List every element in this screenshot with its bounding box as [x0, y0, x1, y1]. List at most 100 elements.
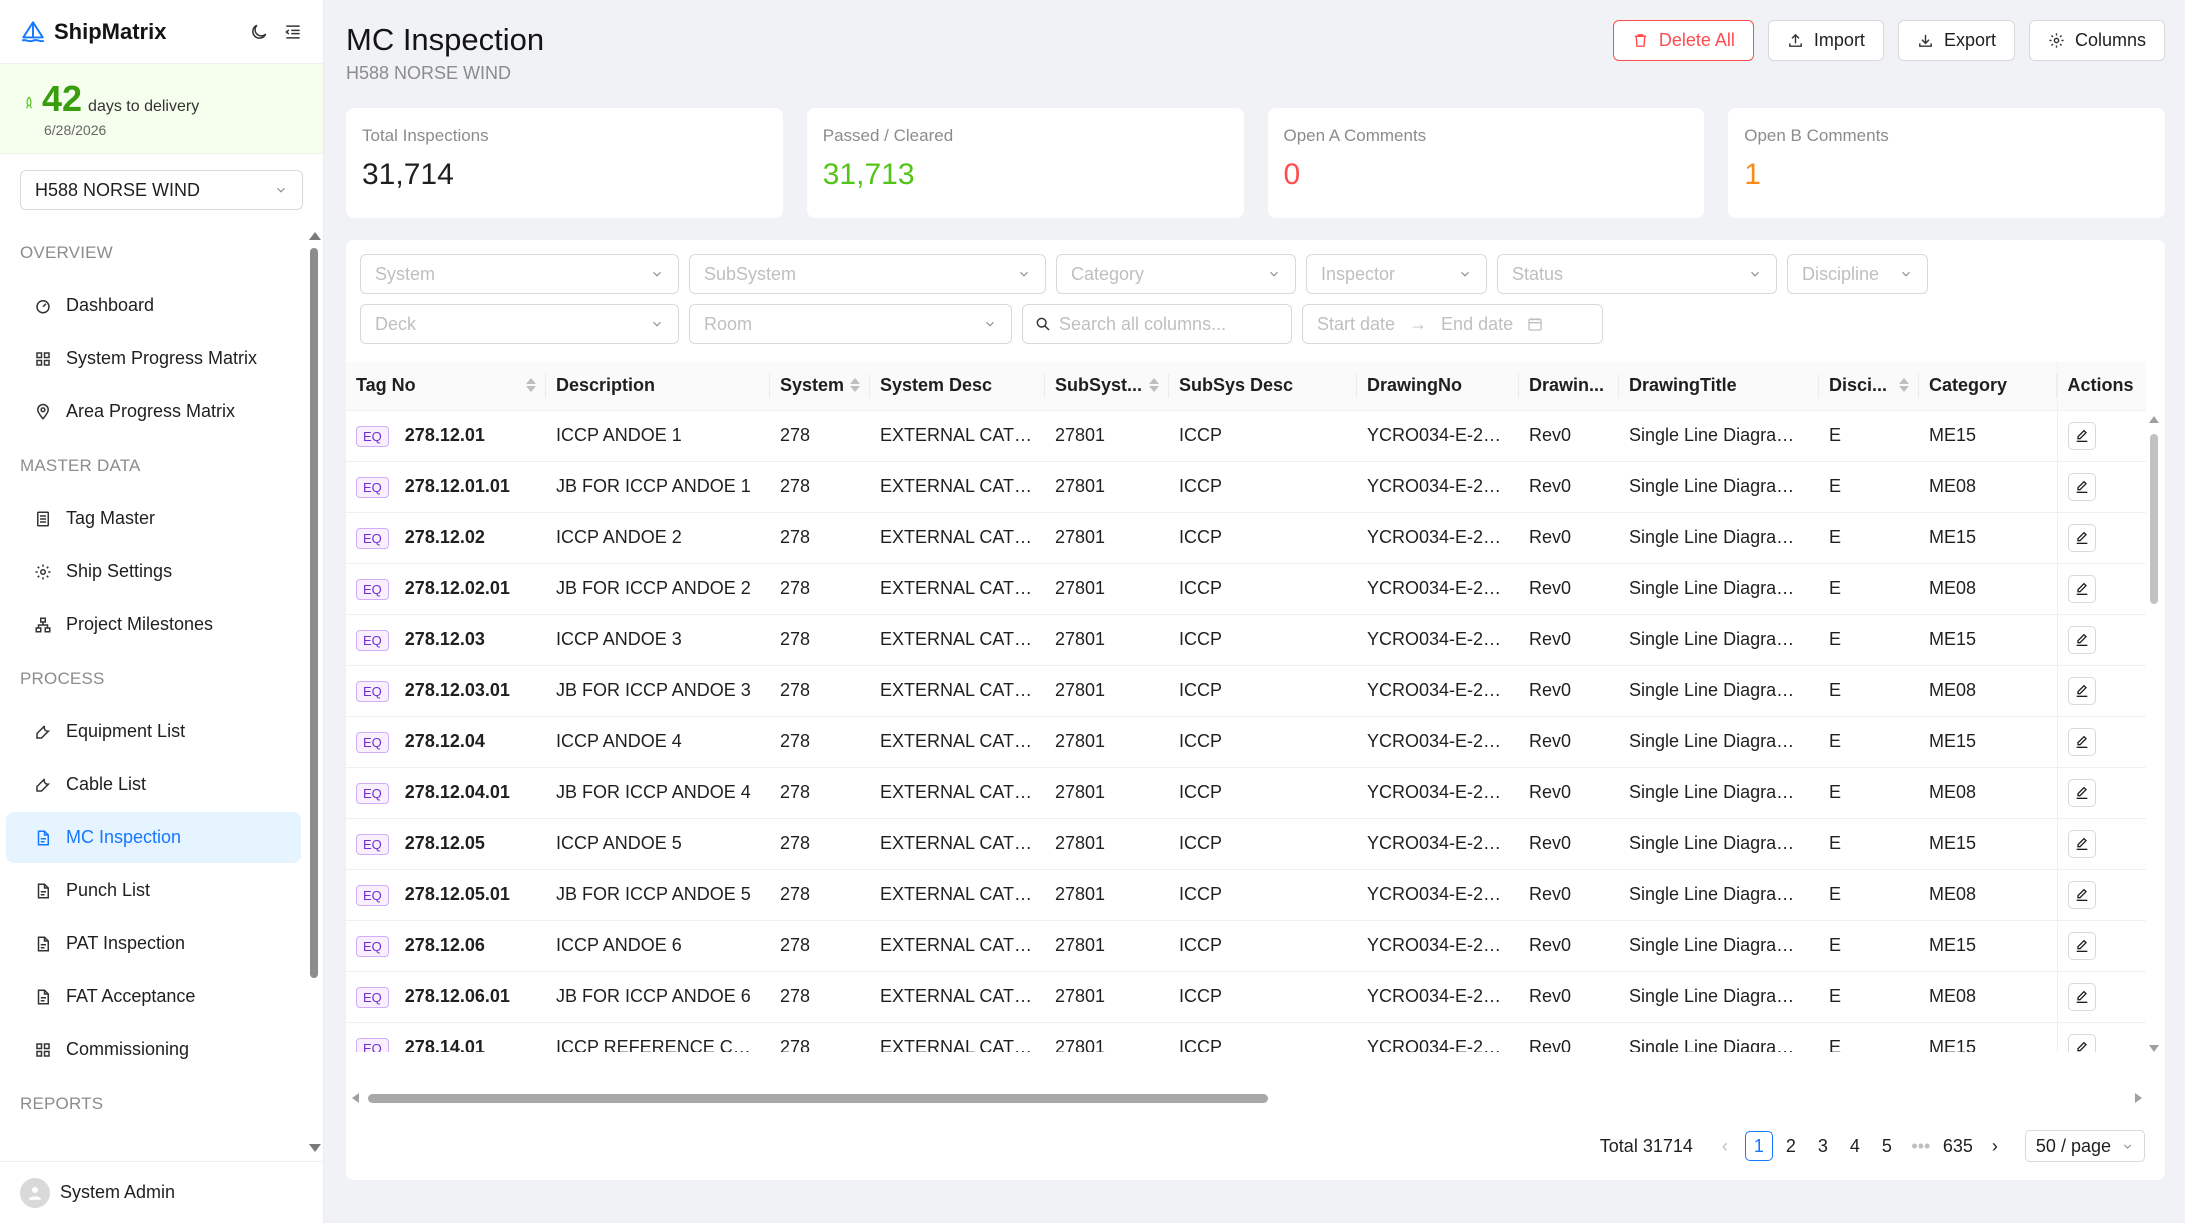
scroll-right-icon[interactable] — [2135, 1093, 2142, 1103]
page-3[interactable]: 3 — [1809, 1131, 1837, 1161]
table-row[interactable]: EQ 278.12.02 ICCP ANDOE 2 278 EXTERNAL CATHO… — [346, 512, 2146, 564]
sidebar-item-project-milestones[interactable]: Project Milestones — [6, 599, 301, 650]
column-header-subsys-desc[interactable]: SubSys Desc — [1169, 362, 1357, 411]
table-scroll-thumb[interactable] — [2150, 434, 2158, 604]
sidebar-item-punch-list[interactable]: Punch List — [6, 865, 301, 916]
page-5[interactable]: 5 — [1873, 1131, 1901, 1161]
sort-icon[interactable] — [1149, 378, 1159, 392]
table-row[interactable]: EQ 278.12.04.01 JB FOR ICCP ANDOE 4 278 EXTE… — [346, 767, 2146, 819]
column-header-description[interactable]: Description — [546, 362, 770, 411]
column-header-drawingno[interactable]: DrawingNo — [1357, 362, 1519, 411]
table-row[interactable]: EQ 278.12.06.01 JB FOR ICCP ANDOE 6 278 EXTE… — [346, 971, 2146, 1023]
table-row[interactable]: EQ 278.12.05 ICCP ANDOE 5 278 EXTERNAL CATHO… — [346, 818, 2146, 870]
delete-all-button[interactable]: Delete All — [1612, 20, 1754, 61]
column-header-drawin[interactable]: Drawin... — [1519, 362, 1619, 411]
dashboard-icon — [34, 297, 66, 315]
column-header-actions[interactable]: Actions — [2056, 362, 2146, 411]
search-input[interactable]: Search all columns... — [1022, 304, 1292, 344]
sidebar-item-mc-inspection[interactable]: MC Inspection — [6, 812, 301, 863]
collapse-menu-icon[interactable] — [283, 22, 303, 42]
column-header-category[interactable]: Category — [1919, 362, 2057, 411]
columns-button[interactable]: Columns — [2028, 20, 2165, 61]
column-header-disci[interactable]: Disci... — [1819, 362, 1919, 411]
edit-button[interactable] — [2067, 931, 2096, 960]
table-row[interactable]: EQ 278.12.02.01 JB FOR ICCP ANDOE 2 278 EXTE… — [346, 563, 2146, 615]
ship-select[interactable]: H588 NORSE WIND — [20, 170, 303, 210]
edit-button[interactable] — [2067, 523, 2096, 552]
table-row[interactable]: EQ 278.12.05.01 JB FOR ICCP ANDOE 5 278 EXTE… — [346, 869, 2146, 921]
pagination-ellipsis[interactable]: ••• — [1907, 1131, 1935, 1161]
sort-icon[interactable] — [526, 378, 536, 392]
column-header-tag-no[interactable]: Tag No — [346, 362, 546, 411]
table-row[interactable]: EQ 278.12.01.01 JB FOR ICCP ANDOE 1 278 EXTE… — [346, 461, 2146, 513]
date-range-picker[interactable]: Start date → End date — [1302, 304, 1603, 344]
table-row[interactable]: EQ 278.12.06 ICCP ANDOE 6 278 EXTERNAL CATHO… — [346, 920, 2146, 972]
room-filter[interactable]: Room — [689, 304, 1012, 344]
columns-label: Columns — [2074, 30, 2146, 50]
table-row[interactable]: EQ 278.12.04 ICCP ANDOE 4 278 EXTERNAL CATHO… — [346, 716, 2146, 768]
edit-button[interactable] — [2067, 982, 2096, 1011]
table-vertical-scrollbar[interactable] — [2149, 412, 2159, 1052]
next-page-button[interactable]: › — [1981, 1131, 2009, 1161]
scroll-down-icon[interactable] — [2149, 1045, 2159, 1052]
scroll-left-icon[interactable] — [352, 1093, 359, 1103]
sort-icon[interactable] — [1899, 378, 1909, 392]
sidebar-item-commissioning[interactable]: Commissioning — [6, 1024, 301, 1075]
inspector-filter[interactable]: Inspector — [1306, 254, 1487, 294]
edit-button[interactable] — [2067, 880, 2096, 909]
edit-button[interactable] — [2067, 625, 2096, 654]
edit-button[interactable] — [2067, 778, 2096, 807]
chevron-down-icon — [277, 187, 285, 193]
column-header-system-desc[interactable]: System Desc — [870, 362, 1045, 411]
import-button[interactable]: Import — [1767, 20, 1884, 61]
edit-button[interactable] — [2067, 676, 2096, 705]
scroll-down-icon[interactable] — [309, 1144, 321, 1152]
dark-mode-icon[interactable] — [249, 22, 269, 42]
page-2[interactable]: 2 — [1777, 1131, 1805, 1161]
table-row[interactable]: EQ 278.12.01 ICCP ANDOE 1 278 EXTERNAL CATHO… — [346, 410, 2146, 462]
sidebar-item-label: FAT Acceptance — [66, 986, 196, 1006]
edit-button[interactable] — [2067, 829, 2096, 858]
page-1[interactable]: 1 — [1744, 1131, 1773, 1161]
column-header-drawingtitle[interactable]: DrawingTitle — [1619, 362, 1819, 411]
table-horizontal-scrollbar[interactable] — [352, 1092, 2142, 1104]
column-header-subsyst[interactable]: SubSyst... — [1045, 362, 1169, 411]
sidebar-item-ship-settings[interactable]: Ship Settings — [6, 546, 301, 597]
user-profile[interactable]: System Admin — [0, 1161, 323, 1223]
table-row[interactable]: EQ 278.14.01 ICCP REFERENCE CELL 1 278 EXTER… — [346, 1022, 2146, 1052]
table-hscroll-thumb[interactable] — [368, 1094, 1268, 1103]
table-row[interactable]: EQ 278.12.03 ICCP ANDOE 3 278 EXTERNAL CATHO… — [346, 614, 2146, 666]
cell-sysdesc: EXTERNAL CATHO... — [870, 665, 1045, 717]
sidebar-item-equipment-list[interactable]: Equipment List — [6, 706, 301, 757]
page-4[interactable]: 4 — [1841, 1131, 1869, 1161]
edit-button[interactable] — [2067, 727, 2096, 756]
export-button[interactable]: Export — [1897, 20, 2015, 61]
sidebar-item-cable-list[interactable]: Cable List — [6, 759, 301, 810]
edit-button[interactable] — [2067, 574, 2096, 603]
category-filter[interactable]: Category — [1056, 254, 1296, 294]
sidebar-item-system-progress-matrix[interactable]: System Progress Matrix — [6, 333, 301, 384]
page-last[interactable]: 635 — [1941, 1131, 1975, 1161]
sidebar-item-area-progress-matrix[interactable]: Area Progress Matrix — [6, 386, 301, 437]
column-header-system[interactable]: System — [770, 362, 870, 411]
sidebar-scrollbar[interactable] — [309, 232, 321, 1152]
sort-icon[interactable] — [850, 378, 860, 392]
prev-page-button[interactable]: ‹ — [1711, 1131, 1739, 1161]
edit-button[interactable] — [2067, 421, 2096, 450]
deck-filter[interactable]: Deck — [360, 304, 679, 344]
scroll-up-icon[interactable] — [309, 232, 321, 240]
system-filter[interactable]: System — [360, 254, 679, 294]
subsystem-filter[interactable]: SubSystem — [689, 254, 1046, 294]
sidebar-item-pat-inspection[interactable]: PAT Inspection — [6, 918, 301, 969]
table-row[interactable]: EQ 278.12.03.01 JB FOR ICCP ANDOE 3 278 EXTE… — [346, 665, 2146, 717]
edit-button[interactable] — [2067, 1033, 2096, 1052]
sidebar-item-fat-acceptance[interactable]: FAT Acceptance — [6, 971, 301, 1022]
page-size-select[interactable]: 50 / page — [2024, 1130, 2145, 1162]
status-filter[interactable]: Status — [1497, 254, 1777, 294]
discipline-filter[interactable]: Discipline — [1787, 254, 1928, 294]
sidebar-scroll-thumb[interactable] — [310, 248, 318, 978]
scroll-up-icon[interactable] — [2149, 416, 2159, 423]
sidebar-item-tag-master[interactable]: Tag Master — [6, 493, 301, 544]
sidebar-item-dashboard[interactable]: Dashboard — [6, 280, 301, 331]
edit-button[interactable] — [2067, 472, 2096, 501]
